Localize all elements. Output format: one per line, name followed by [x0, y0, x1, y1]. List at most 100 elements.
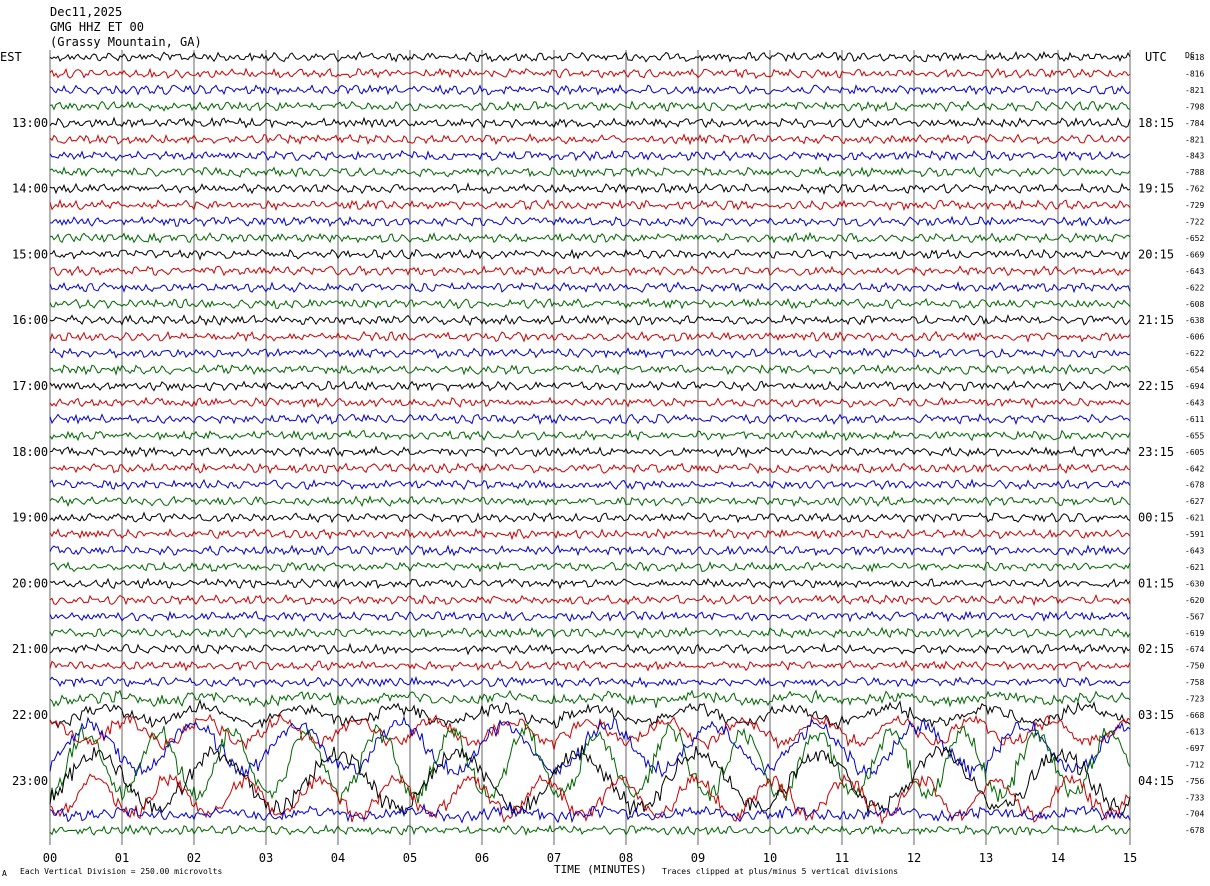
dc-offset-label: -643: [1185, 267, 1204, 276]
est-hour-label: 13:00: [12, 116, 48, 130]
seismic-trace: [49, 413, 1131, 426]
est-hour-label: 18:00: [12, 445, 48, 459]
seismic-trace: [49, 297, 1131, 310]
est-hour-label: 16:00: [12, 313, 48, 327]
x-tick-label: 13: [979, 851, 993, 865]
seismic-trace: [49, 802, 1131, 824]
x-tick-label: 15: [1123, 851, 1137, 865]
est-hour-label: 19:00: [12, 511, 48, 525]
seismic-trace: [49, 166, 1131, 178]
seismic-trace: [49, 561, 1131, 573]
dc-offset-label: -843: [1185, 152, 1204, 161]
x-tick-label: 10: [763, 851, 777, 865]
dc-offset-label: -798: [1185, 102, 1204, 111]
dc-offset-label: -621: [1185, 514, 1204, 523]
dc-offset-label: -638: [1185, 316, 1204, 325]
seismic-trace: [49, 396, 1131, 409]
x-tick-label: 11: [835, 851, 849, 865]
utc-hour-label: 21:15: [1138, 313, 1174, 327]
seismic-trace: [49, 462, 1131, 475]
seismic-trace: [49, 528, 1131, 541]
dc-offset-label: -606: [1185, 333, 1204, 342]
dc-offset-labels: -818 -816 -821 -798 -784 -821 -843 -788 -762 -729…: [1185, 53, 1204, 835]
est-hour-label: 21:00: [12, 642, 48, 656]
seismic-trace: [49, 380, 1131, 393]
seismic-traces: [49, 50, 1131, 837]
header-station: (Grassy Mountain, GA): [50, 35, 202, 49]
dc-offset-label: -788: [1185, 168, 1204, 177]
dc-offset-label: -758: [1185, 678, 1204, 687]
dc-offset-label: -722: [1185, 218, 1204, 227]
dc-offset-label: -694: [1185, 382, 1204, 391]
dc-offset-label: -630: [1185, 579, 1204, 588]
dc-offset-label: -643: [1185, 398, 1204, 407]
utc-hour-label: 01:15: [1138, 576, 1174, 590]
seismic-trace: [49, 715, 1131, 779]
x-axis-title: TIME (MINUTES): [554, 863, 647, 876]
seismic-trace: [49, 642, 1131, 656]
seismic-trace: [49, 100, 1131, 113]
clip-note: Traces clipped at plus/minus 5 vertical …: [662, 867, 898, 876]
dc-offset-label: -591: [1185, 530, 1204, 539]
dc-offset-label: -605: [1185, 448, 1204, 457]
seismic-trace: [49, 675, 1131, 689]
utc-hour-label: 00:15: [1138, 511, 1174, 525]
seismic-trace: [49, 577, 1131, 590]
dc-offset-label: -750: [1185, 662, 1204, 671]
dc-offset-label: -621: [1185, 563, 1204, 572]
seismic-trace: [49, 133, 1131, 146]
seismic-trace: [49, 544, 1131, 557]
seismic-trace: [49, 495, 1131, 508]
seismic-trace: [49, 182, 1131, 196]
dc-offset-label: -669: [1185, 250, 1204, 259]
seismic-trace: [49, 231, 1131, 244]
seismic-trace: [49, 745, 1131, 816]
x-tick-label: 02: [187, 851, 201, 865]
utc-hour-label: 19:15: [1138, 182, 1174, 196]
dc-offset-label: -678: [1185, 826, 1204, 835]
dc-offset-label: -821: [1185, 135, 1204, 144]
dc-offset-label: -642: [1185, 464, 1204, 473]
scale-note: Each Vertical Division = 250.00 microvol…: [20, 867, 222, 876]
dc-offset-label: -652: [1185, 234, 1204, 243]
dc-offset-label: -620: [1185, 596, 1204, 605]
est-hour-label: 15:00: [12, 247, 48, 261]
seismic-trace: [49, 659, 1131, 672]
seismic-trace: [49, 330, 1131, 343]
est-hour-label: 14:00: [12, 182, 48, 196]
corner-mark: A: [2, 869, 7, 878]
x-tick-label: 01: [115, 851, 129, 865]
est-axis-label: EST: [0, 50, 22, 64]
dc-offset-label: -613: [1185, 727, 1204, 736]
seismic-trace: [49, 610, 1131, 623]
x-tick-label: 06: [475, 851, 489, 865]
x-tick-label: 09: [691, 851, 705, 865]
seismic-trace: [49, 823, 1131, 837]
minute-gridlines: [49, 50, 1131, 845]
seismic-trace: [49, 626, 1131, 639]
seismic-trace: [49, 215, 1131, 228]
seismic-trace: [49, 50, 1131, 63]
dc-offset-label: -619: [1185, 629, 1204, 638]
dc-offset-label: -674: [1185, 645, 1204, 654]
seismic-trace: [49, 478, 1131, 491]
x-tick-label: 05: [403, 851, 417, 865]
utc-hour-labels: 18:15 19:15 20:15 21:15 22:15 23:15 00:15 01:15…: [1138, 116, 1174, 788]
utc-hour-label: 23:15: [1138, 445, 1174, 459]
seismic-trace: [49, 67, 1131, 80]
dc-offset-label: -654: [1185, 366, 1204, 375]
est-hour-labels: 13:00 14:00 15:00 16:00 17:00 18:00 19:00 20:00…: [12, 116, 48, 788]
dc-offset-label: -729: [1185, 201, 1204, 210]
x-tick-label: 00: [43, 851, 57, 865]
dc-offset-label: -818: [1185, 53, 1204, 62]
dc-offset-label: -567: [1185, 612, 1204, 621]
seismic-trace: [49, 593, 1131, 607]
seismic-trace: [49, 265, 1131, 277]
utc-hour-label: 03:15: [1138, 708, 1174, 722]
est-hour-label: 22:00: [12, 708, 48, 722]
seismic-trace: [49, 149, 1131, 162]
x-tick-label: 12: [907, 851, 921, 865]
dc-offset-label: -622: [1185, 283, 1204, 292]
seismic-trace: [49, 198, 1131, 212]
dc-offset-label: -611: [1185, 415, 1204, 424]
